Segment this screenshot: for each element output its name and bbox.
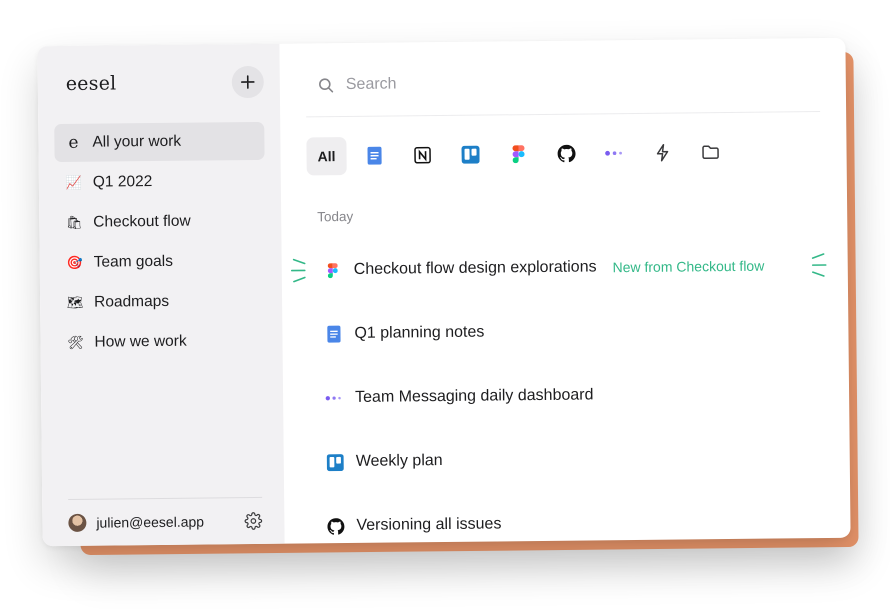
list-item[interactable]: Checkout flow design explorations New fr… <box>290 233 827 302</box>
result-title: Checkout flow design explorations <box>353 258 597 278</box>
filter-notion[interactable] <box>402 136 442 174</box>
filter-folders[interactable] <box>690 133 730 171</box>
filter-shortcuts[interactable] <box>642 133 682 171</box>
result-title: Q1 planning notes <box>354 323 485 342</box>
tools-emoji-icon: 🛠 <box>67 334 84 350</box>
sidebar: eesel e All your work 📈 Q1 2022 🛍 Checko… <box>37 43 285 547</box>
github-icon <box>557 144 576 163</box>
stage: eesel e All your work 📈 Q1 2022 🛍 Checko… <box>0 0 890 609</box>
figma-icon <box>512 145 525 164</box>
shopping-bags-emoji-icon: 🛍 <box>65 214 83 230</box>
messaging-dots-icon <box>605 150 622 156</box>
target-emoji-icon: 🎯 <box>66 254 83 270</box>
app-window: eesel e All your work 📈 Q1 2022 🛍 Checko… <box>37 37 851 547</box>
sidebar-item-how-we-work[interactable]: 🛠 How we work <box>56 322 266 362</box>
brand-row: eesel <box>54 64 264 102</box>
folder-icon <box>702 145 719 160</box>
filter-messaging[interactable] <box>594 134 634 172</box>
sidebar-footer: julien@eesel.app <box>68 496 263 532</box>
list-item[interactable]: Team Messaging daily dashboard <box>309 361 824 430</box>
brand-logo: eesel <box>65 72 117 95</box>
search-bar <box>305 48 821 118</box>
section-label-today: Today <box>317 208 354 225</box>
list-item[interactable]: Weekly plan <box>309 425 824 494</box>
add-button[interactable] <box>231 65 264 99</box>
sidebar-item-roadmaps[interactable]: 🗺 Roadmaps <box>56 282 266 322</box>
eesel-logo-icon: e <box>68 132 79 153</box>
result-title: Versioning all issues <box>356 515 502 534</box>
figma-icon <box>327 262 338 278</box>
google-docs-icon <box>367 146 382 165</box>
main-panel: All <box>279 38 850 544</box>
sidebar-item-label: How we work <box>94 332 187 351</box>
sidebar-item-checkout-flow[interactable]: 🛍 Checkout flow <box>55 202 265 242</box>
messaging-dots-icon <box>325 396 341 401</box>
results-list: Checkout flow design explorations New fr… <box>290 233 827 546</box>
bolt-icon <box>656 143 669 162</box>
new-badge: New from Checkout flow <box>612 257 765 276</box>
filter-google-docs[interactable] <box>354 137 394 175</box>
sidebar-item-label: Q1 2022 <box>92 173 153 191</box>
sparkle-right-icon <box>811 253 827 277</box>
filter-figma[interactable] <box>498 135 538 173</box>
search-input[interactable] <box>345 71 746 94</box>
source-filters: All <box>306 132 820 176</box>
result-title: Weekly plan <box>355 452 443 470</box>
plus-icon <box>240 75 255 89</box>
notion-icon <box>414 146 431 164</box>
sparkle-left-icon <box>290 258 306 283</box>
sidebar-item-q1-2022[interactable]: 📈 Q1 2022 <box>55 162 265 202</box>
avatar[interactable] <box>68 513 87 532</box>
filter-trello[interactable] <box>450 136 490 174</box>
sidebar-item-team-goals[interactable]: 🎯 Team goals <box>55 242 265 282</box>
list-item[interactable]: Q1 planning notes <box>308 297 823 366</box>
search-icon <box>319 77 334 92</box>
sidebar-item-label: Roadmaps <box>93 292 170 311</box>
sidebar-nav: e All your work 📈 Q1 2022 🛍 Checkout flo… <box>54 121 266 362</box>
list-item[interactable]: Versioning all issues <box>310 489 825 546</box>
map-emoji-icon: 🗺 <box>66 294 84 310</box>
sidebar-item-label: Team goals <box>93 252 174 271</box>
trello-icon <box>326 453 344 471</box>
sidebar-item-label: All your work <box>92 132 182 151</box>
gear-icon[interactable] <box>244 512 263 530</box>
sidebar-item-all-your-work[interactable]: e All your work <box>54 121 265 163</box>
github-icon <box>326 517 344 535</box>
result-title: Team Messaging daily dashboard <box>355 386 594 406</box>
sidebar-item-label: Checkout flow <box>93 212 191 231</box>
filter-github[interactable] <box>546 135 586 173</box>
filter-all[interactable]: All <box>306 137 347 176</box>
trello-icon <box>461 145 480 164</box>
account-email: julien@eesel.app <box>96 513 205 531</box>
chart-emoji-icon: 📈 <box>65 174 83 190</box>
google-docs-icon <box>326 325 341 343</box>
